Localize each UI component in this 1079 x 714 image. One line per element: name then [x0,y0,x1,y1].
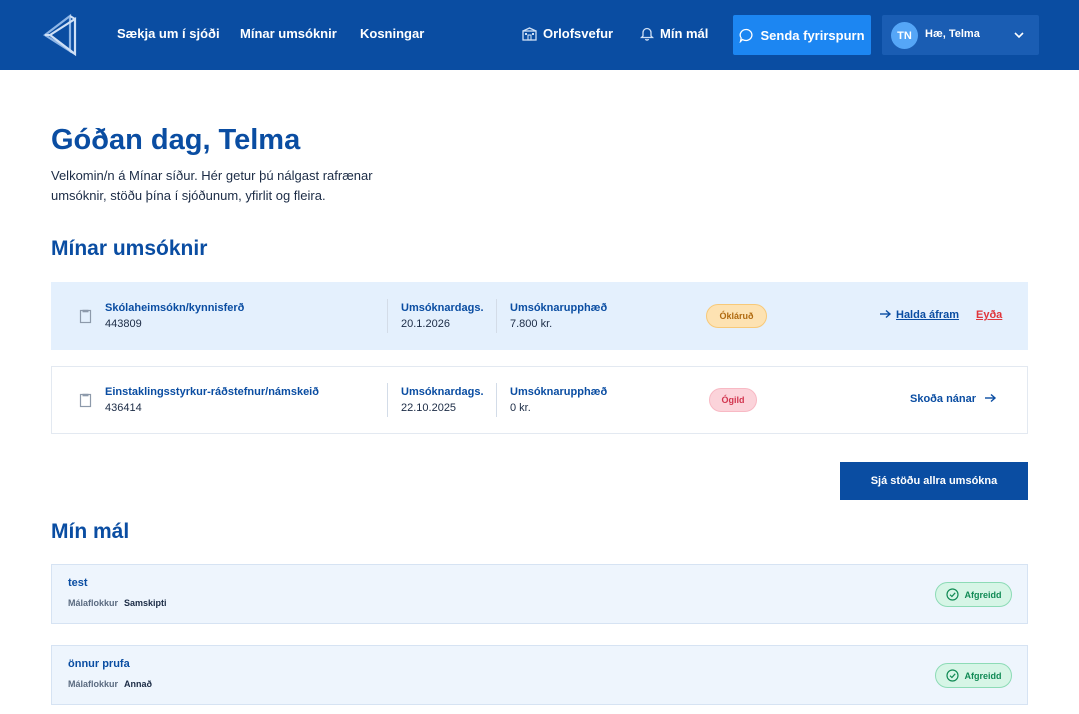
page-title: Góðan dag, Telma [51,124,301,156]
send-inquiry-label: Senda fyrirspurn [760,27,865,43]
application-name[interactable]: Einstaklingsstyrkur-ráðstefnur/námskeið [105,384,319,400]
cases-section-title: Mín mál [51,520,130,543]
chat-bubble-icon [740,28,753,43]
application-amount: 0 kr. [510,402,531,414]
user-menu[interactable]: TN Hæ, Telma [882,15,1039,55]
case-category-label: Málaflokkur [68,679,119,689]
send-inquiry-button[interactable]: Senda fyrirspurn [733,15,871,55]
intro-text: Velkomin/n á Mínar síður. Hér getur þú n… [51,168,373,203]
check-circle-icon [945,588,959,601]
application-amount-label: Umsóknarupphæð [510,386,608,398]
status-label: Afgreidd [964,670,1002,681]
application-date-col: Umsóknardags. 20.1.2026 [401,300,484,332]
logo-icon[interactable] [40,13,78,57]
application-name-col: Einstaklingsstyrkur-ráðstefnur/námskeið … [105,384,319,416]
case-title[interactable]: test [68,577,88,589]
continue-link[interactable]: Halda áfram [879,309,959,321]
chevron-down-icon[interactable] [1013,29,1025,41]
nav-my-cases[interactable]: Mín mál [640,26,708,41]
application-amount-label: Umsóknarupphæð [510,302,608,314]
case-category: Málaflokkur Annað [68,679,152,689]
view-details-link[interactable]: Skoða nánar [910,393,997,405]
application-id: 443809 [105,318,142,330]
status-badge: Afgreidd [935,582,1012,607]
building-icon [522,27,537,41]
nav-vacation-web[interactable]: Orlofsvefur [522,26,613,41]
user-greeting: Hæ, Telma [925,28,980,40]
avatar: TN [891,22,918,49]
top-header: Sækja um í sjóði Mínar umsóknir Kosninga… [0,0,1079,70]
status-badge: Ógild [709,388,757,412]
application-id: 436414 [105,402,142,414]
column-divider [387,299,388,333]
status-label: Afgreidd [964,589,1002,600]
status-badge: Afgreidd [935,663,1012,688]
case-category-label: Málaflokkur [68,598,119,608]
applications-section-title: Mínar umsóknir [51,237,208,260]
nav-vacation-web-label: Orlofsvefur [543,26,614,41]
application-name[interactable]: Skólaheimsókn/kynnisferð [105,300,244,316]
case-card[interactable]: önnur prufa Málaflokkur Annað Afgreidd [51,645,1028,705]
view-all-applications-button[interactable]: Sjá stöðu allra umsókna [840,462,1028,500]
document-icon [79,309,92,324]
application-date: 22.10.2025 [401,402,457,414]
application-card[interactable]: Einstaklingsstyrkur-ráðstefnur/námskeið … [51,366,1028,434]
case-card[interactable]: test Málaflokkur Samskipti Afgreidd [51,564,1028,624]
status-badge: Ókláruð [706,304,767,328]
application-card[interactable]: Skólaheimsókn/kynnisferð 443809 Umsóknar… [51,282,1028,350]
nav-elections[interactable]: Kosningar [360,26,424,41]
column-divider [496,299,497,333]
document-icon [79,393,92,408]
application-date-col: Umsóknardags. 22.10.2025 [401,384,484,416]
application-name-col: Skólaheimsókn/kynnisferð 443809 [105,300,244,332]
column-divider [496,383,497,417]
delete-link[interactable]: Eyða [976,309,1002,321]
case-category: Málaflokkur Samskipti [68,598,167,608]
application-date: 20.1.2026 [401,318,450,330]
view-details-label: Skoða nánar [910,393,977,405]
nav-apply-funds[interactable]: Sækja um í sjóði [117,26,220,41]
check-circle-icon [945,669,959,682]
application-date-label: Umsóknardags. [401,386,484,398]
application-amount-col: Umsóknarupphæð 0 kr. [510,384,607,416]
column-divider [387,383,388,417]
bell-icon [640,27,654,41]
nav-my-cases-label: Mín mál [660,26,709,41]
case-title[interactable]: önnur prufa [68,658,130,670]
arrow-right-icon [985,393,997,403]
application-amount: 7.800 kr. [510,318,553,330]
arrow-right-icon [880,309,892,319]
application-amount-col: Umsóknarupphæð 7.800 kr. [510,300,607,332]
application-date-label: Umsóknardags. [401,302,484,314]
case-category-value: Annað [124,679,153,689]
case-category-value: Samskipti [124,598,167,608]
continue-label: Halda áfram [896,309,959,321]
nav-my-applications[interactable]: Mínar umsóknir [240,26,337,41]
